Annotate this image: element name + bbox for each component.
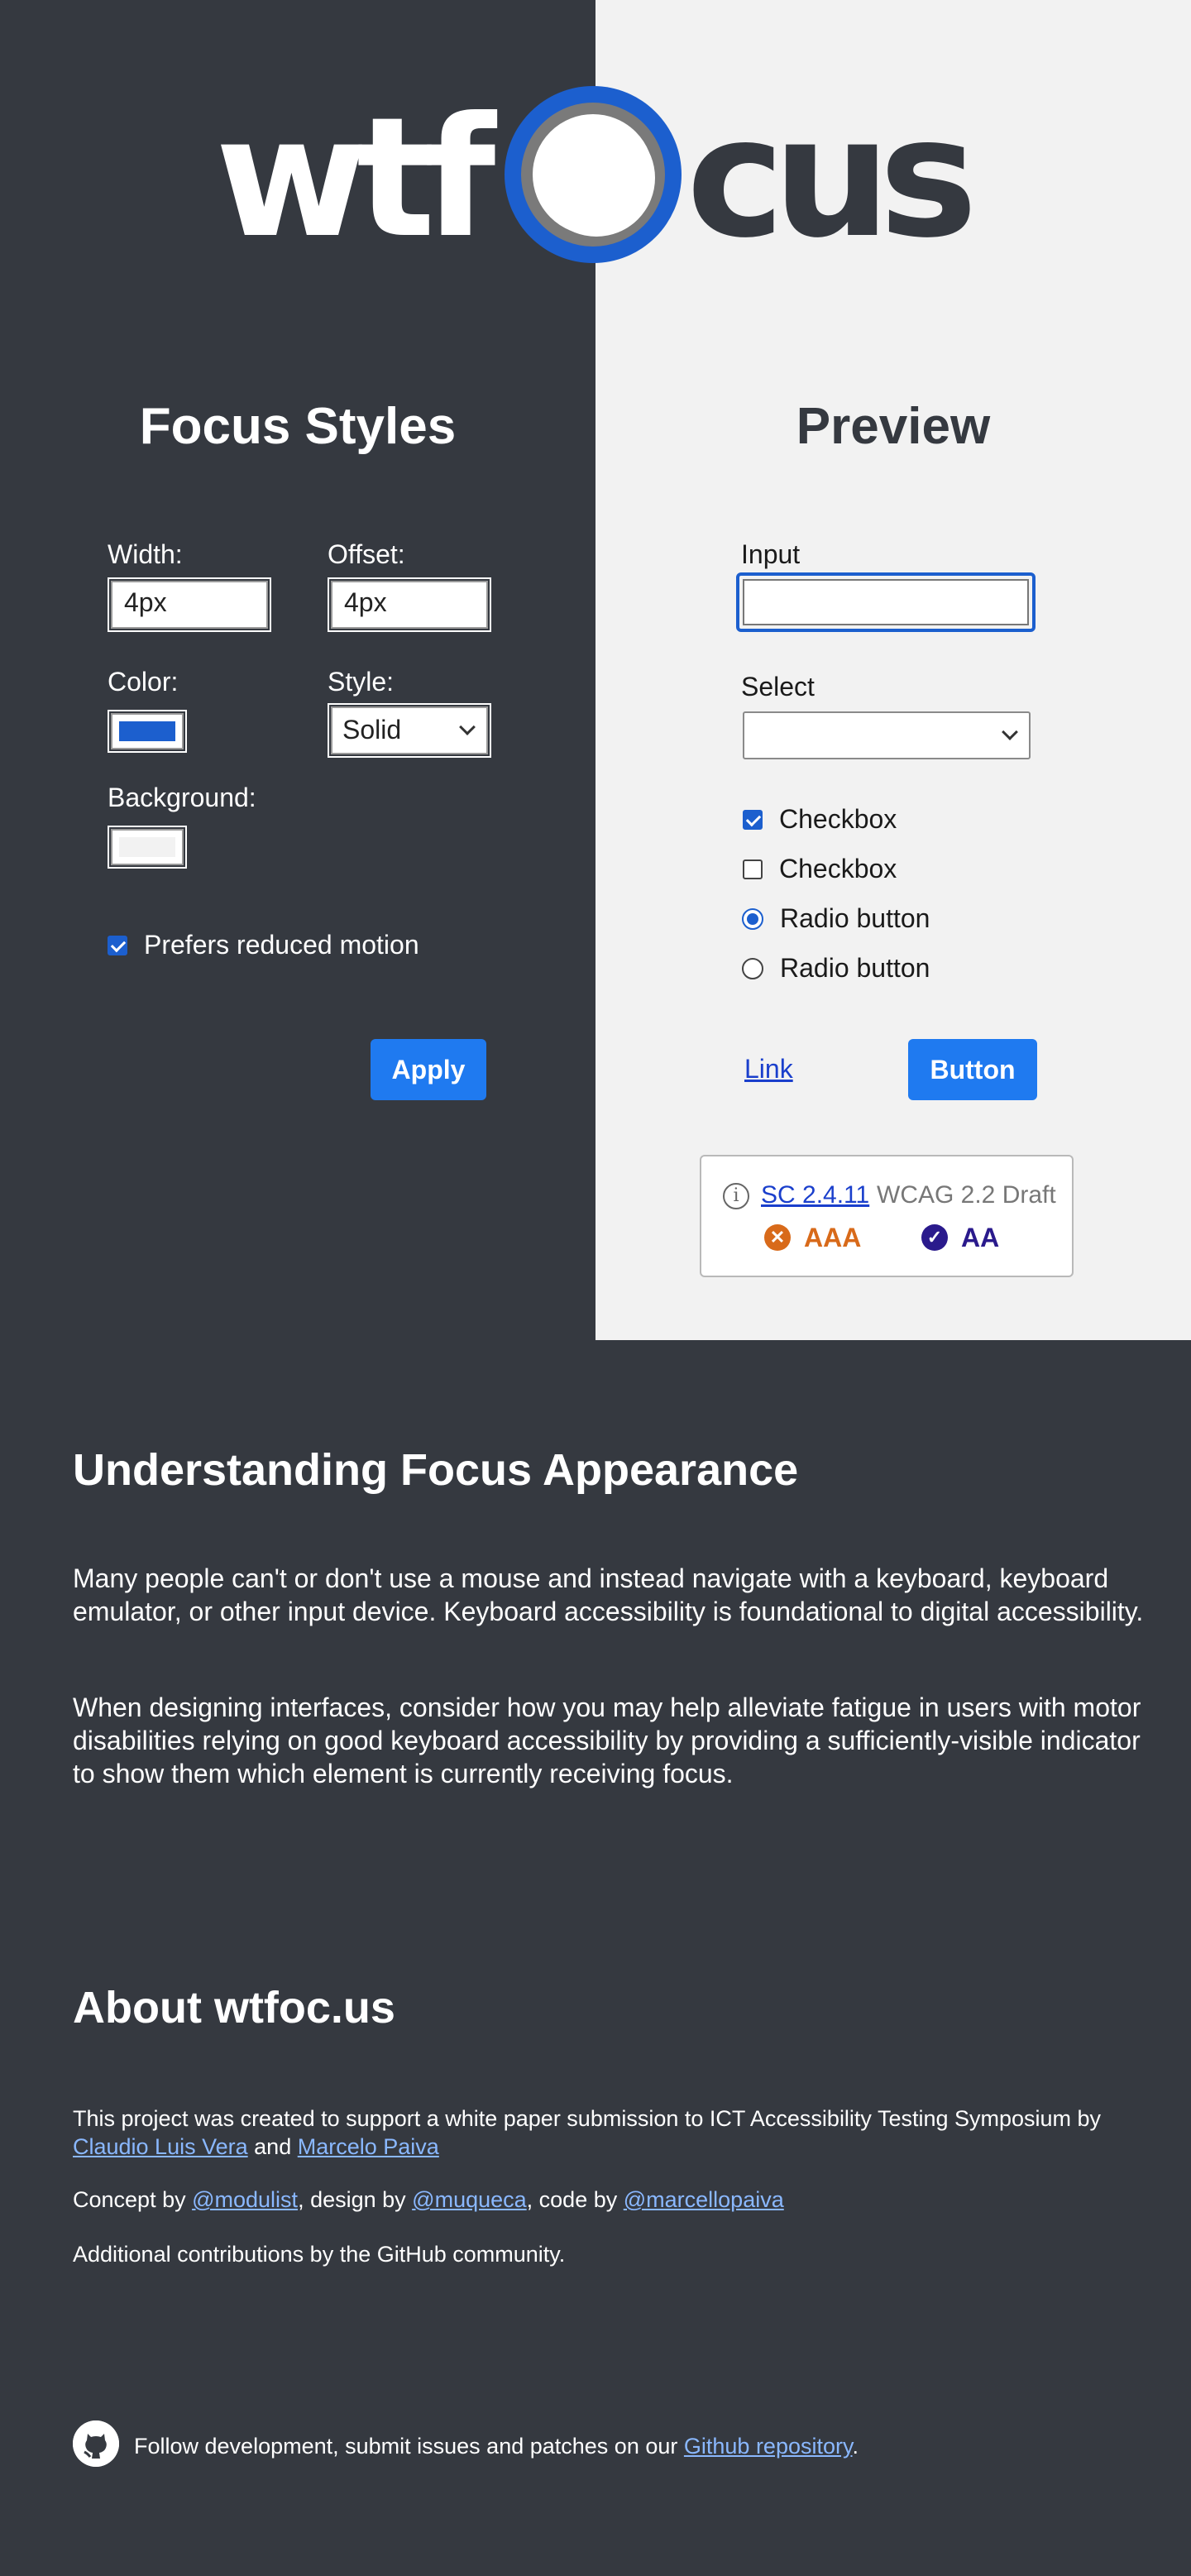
background-label: Background: — [108, 783, 256, 812]
about-community: Additional contributions by the GitHub c… — [73, 2242, 566, 2267]
apply-button[interactable]: Apply — [371, 1039, 486, 1100]
about-credits: Concept by @modulist, design by @muqueca… — [73, 2187, 784, 2212]
checkbox-label: Checkbox — [779, 854, 897, 883]
understanding-paragraph-1: Many people can't or don't use a mouse a… — [73, 1563, 1144, 1626]
marcellopaiva-link[interactable]: @marcellopaiva — [624, 2187, 784, 2212]
preview-select-label: Select — [741, 672, 815, 701]
about-intro: This project was created to support a wh… — [73, 2106, 1102, 2159]
offset-input[interactable]: 4px — [328, 577, 491, 632]
logo-text-wtf: wtf — [215, 82, 495, 275]
background-swatch — [119, 837, 175, 857]
sc-2-4-11-link[interactable]: SC 2.4.11 — [761, 1181, 869, 1209]
preview-link[interactable]: Link — [744, 1054, 793, 1085]
preview-input[interactable] — [743, 579, 1029, 625]
checkbox-checked-box[interactable] — [743, 809, 763, 830]
preview-button[interactable]: Button — [908, 1039, 1037, 1100]
author-claudio-link[interactable]: Claudio Luis Vera — [73, 2134, 248, 2159]
aaa-status: AAA — [804, 1223, 862, 1252]
checkbox-label: Checkbox — [779, 804, 897, 834]
logo-focus-ring-icon — [505, 86, 682, 263]
reduced-motion-label: Prefers reduced motion — [144, 930, 419, 960]
checkbox-unchecked-box[interactable] — [743, 859, 763, 879]
pass-check-icon: ✓ — [921, 1224, 948, 1251]
preview-select[interactable] — [743, 711, 1031, 759]
compliance-info-box: i SC 2.4.11 WCAG 2.2 Draft ✕ AAA ✓ AA — [700, 1155, 1074, 1277]
radio-selected-dot[interactable] — [742, 907, 763, 930]
understanding-paragraph-2: When designing interfaces, consider how … — [73, 1693, 1141, 1788]
reduced-motion-checkbox[interactable] — [108, 935, 127, 955]
muqueca-link[interactable]: @muqueca — [412, 2187, 526, 2212]
offset-label: Offset: — [328, 539, 405, 569]
chevron-down-icon — [1002, 724, 1018, 740]
fail-x-icon: ✕ — [764, 1224, 791, 1251]
github-repository-link[interactable]: Github repository — [684, 2434, 853, 2459]
focus-playground: wtf cus Focus Styles Width: 4px Offset: … — [0, 0, 1191, 1340]
preview-radio-unselected[interactable]: Radio button — [742, 953, 930, 984]
style-select[interactable]: Solid — [328, 703, 491, 758]
preview-title: Preview — [796, 398, 991, 455]
color-picker[interactable] — [108, 710, 187, 753]
wcag-version-label: WCAG 2.2 Draft — [877, 1181, 1056, 1209]
width-input[interactable]: 4px — [108, 577, 271, 632]
github-icon — [73, 2420, 119, 2467]
about-title: About wtfoc.us — [73, 1983, 395, 2033]
preview-radio-selected[interactable]: Radio button — [742, 903, 930, 934]
style-label: Style: — [328, 667, 395, 697]
background-color-picker[interactable] — [108, 826, 187, 869]
preview-checkbox-unchecked[interactable]: Checkbox — [743, 854, 897, 884]
footer-text: Follow development, submit issues and pa… — [134, 2434, 859, 2459]
chevron-down-icon — [459, 719, 476, 735]
preview-checkbox-checked[interactable]: Checkbox — [743, 804, 897, 835]
info-icon: i — [723, 1183, 749, 1209]
focus-styles-title: Focus Styles — [139, 398, 457, 455]
radio-label: Radio button — [780, 903, 930, 933]
aa-status: AA — [961, 1223, 1000, 1252]
modulist-link[interactable]: @modulist — [192, 2187, 298, 2212]
preview-input-label: Input — [741, 539, 801, 569]
logo-text-cus: cus — [686, 82, 978, 275]
color-label: Color: — [108, 667, 179, 697]
color-swatch — [119, 721, 175, 741]
author-marcelo-link[interactable]: Marcelo Paiva — [298, 2134, 439, 2159]
wtfocus-logo: wtf cus — [215, 79, 978, 275]
style-select-value: Solid — [342, 715, 402, 745]
understanding-title: Understanding Focus Appearance — [73, 1445, 799, 1495]
reduced-motion-option[interactable]: Prefers reduced motion — [108, 930, 419, 960]
radio-label: Radio button — [780, 953, 930, 983]
radio-unselected-dot[interactable] — [742, 957, 763, 979]
width-label: Width: — [108, 539, 183, 569]
